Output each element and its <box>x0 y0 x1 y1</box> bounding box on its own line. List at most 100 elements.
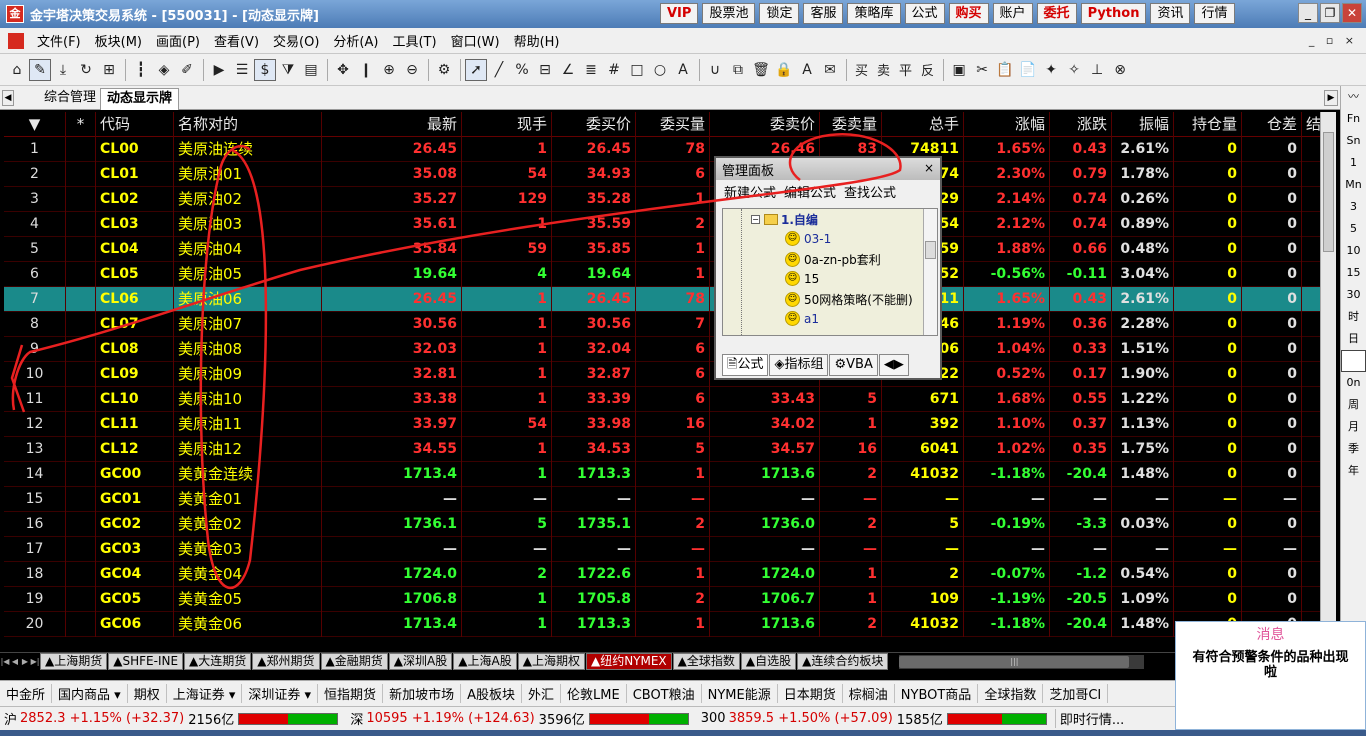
column-header-bidv[interactable]: 委买量 <box>636 112 710 137</box>
circle-icon[interactable]: ○ <box>649 59 671 81</box>
tool-a-icon[interactable]: ✦ <box>1040 59 1062 81</box>
table-row[interactable]: 12 CL11 美原油11 33.97 54 33.98 16 34.02 1 392 1.10% 0… <box>4 412 1320 437</box>
period-item[interactable]: Sn <box>1341 130 1366 152</box>
title-button-9[interactable]: Python <box>1080 3 1147 24</box>
column-header-total[interactable]: 总手 <box>882 112 964 137</box>
market-item[interactable]: 棕榈油 <box>843 684 895 703</box>
tool-b-icon[interactable]: ✧ <box>1063 59 1085 81</box>
column-header-bid[interactable]: 委买价 <box>552 112 636 137</box>
panel-tab-nav[interactable]: ◀▶ <box>878 354 909 376</box>
title-button-1[interactable]: 股票池 <box>702 3 756 24</box>
cut-icon[interactable]: ✂ <box>971 59 993 81</box>
table-row[interactable]: 4 CL03 美原油03 35.61 1 35.59 2 54 2.12% 0.74 0.89% 0 0 <box>4 212 1320 237</box>
report-icon[interactable]: ☰ <box>231 59 253 81</box>
table-row[interactable]: 1 CL00 美原油连续 26.45 1 26.45 78 26.46 83 74811 1.65%… <box>4 137 1320 162</box>
market-item[interactable]: 芝加哥CI <box>1043 684 1109 703</box>
table-row[interactable]: 15 GC01 美黄金01— — — — — — — — — — — — <box>4 487 1320 512</box>
market-item[interactable]: A股板块 <box>461 684 522 703</box>
move-icon[interactable]: ✥ <box>332 59 354 81</box>
column-icon[interactable]: ❙ <box>355 59 377 81</box>
dollar-icon[interactable]: $ <box>254 58 276 81</box>
magnet-icon[interactable]: ∪ <box>704 59 726 81</box>
doc-icon[interactable] <box>8 32 24 49</box>
table-row[interactable]: 11 CL10 美原油10 33.38 1 33.39 6 33.43 5 671 1.68% 0.5… <box>4 387 1320 412</box>
tab-indicator-group[interactable]: ◈指标组 <box>769 354 829 376</box>
column-header-diff[interactable]: 涨跌 <box>1050 112 1112 137</box>
sheet-tab[interactable]: ▲SHFE-INE <box>108 653 184 670</box>
period-item[interactable]: 0n <box>1341 372 1366 394</box>
close-button[interactable]: ✕ <box>1342 3 1362 23</box>
title-button-11[interactable]: 行情 <box>1194 3 1235 24</box>
column-header-more[interactable]: 结 <box>1302 112 1320 137</box>
tab-overview[interactable]: 综合管理 <box>38 88 102 110</box>
reverse-button[interactable]: 反 <box>917 59 938 81</box>
table-row[interactable]: 3 CL02 美原油02 35.27 129 35.28 1 29 2.14% 0.74 0.26%… <box>4 187 1320 212</box>
market-item[interactable]: CBOT粮油 <box>627 684 702 703</box>
market-item[interactable]: NYME能源 <box>702 684 778 703</box>
angle-icon[interactable]: ∠ <box>557 59 579 81</box>
sheet-tab[interactable]: ▲自选股 <box>740 653 797 670</box>
menu-item-8[interactable]: 帮助(H) <box>507 31 567 50</box>
collapse-icon[interactable]: − <box>751 215 760 224</box>
table-row[interactable]: 6 CL05 美原油05 19.64 4 19.64 1 52 -0.56% -0.11 3.04%… <box>4 262 1320 287</box>
column-header-chg[interactable]: 涨幅 <box>964 112 1050 137</box>
market-item[interactable]: 上海证券 ▾ <box>167 684 243 703</box>
table-row[interactable]: 20 GC06 美黄金06 1713.4 1 1713.3 1 1713.6 2 41032 -1.… <box>4 612 1320 637</box>
alert-popup[interactable]: 消息 有符合预警条件的品种出现啦 <box>1175 621 1366 730</box>
period-item[interactable]: 30 <box>1341 284 1366 306</box>
market-item[interactable]: 期权 <box>128 684 167 703</box>
tree-scrollbar[interactable] <box>923 209 937 335</box>
column-header-askv[interactable]: 委卖量 <box>820 112 882 137</box>
table-row[interactable]: 2 CL01 美原油01 35.08 54 34.93 6 74 2.30% 0.79 1.78% 0… <box>4 162 1320 187</box>
market-item[interactable]: 日本期货 <box>778 684 843 703</box>
title-button-3[interactable]: 客服 <box>803 3 844 24</box>
color-icon[interactable]: A <box>796 59 818 81</box>
edit-formula-button[interactable]: 编辑公式 <box>784 182 836 201</box>
column-header-code[interactable]: 代码 <box>96 112 174 137</box>
realtime-quote-link[interactable]: 即时行情... <box>1054 709 1128 728</box>
sheet-prev-icon[interactable]: ◀ <box>10 657 20 666</box>
cursor-icon[interactable]: ➚ <box>465 58 487 81</box>
period-item[interactable]: 周 <box>1341 394 1366 416</box>
tree-item[interactable]: ☺ 15 <box>785 271 819 286</box>
period-list-icon[interactable] <box>1341 350 1366 372</box>
table-row[interactable]: 10 CL09 美原油09 32.81 1 32.87 6 22 0.52% 0.17 1.90% 0… <box>4 362 1320 387</box>
sheet-first-icon[interactable]: |◀ <box>0 657 10 666</box>
period-item[interactable]: 10 <box>1341 240 1366 262</box>
close-position-button[interactable]: 平 <box>895 59 916 81</box>
paste-special-icon[interactable]: 📄 <box>1017 59 1039 81</box>
period-item[interactable]: 3 <box>1341 196 1366 218</box>
title-button-2[interactable]: 锁定 <box>759 3 800 24</box>
sheet-tab[interactable]: ▲大连期货 <box>184 653 252 670</box>
period-item[interactable]: Mn <box>1341 174 1366 196</box>
hash-icon[interactable]: # <box>603 59 625 81</box>
paste-icon[interactable]: 📋 <box>994 59 1016 81</box>
column-header-star[interactable]: * <box>66 112 96 137</box>
new-formula-button[interactable]: 新建公式 <box>724 182 776 201</box>
column-header-ask[interactable]: 委卖价 <box>710 112 820 137</box>
title-button-0[interactable]: VIP <box>660 3 699 24</box>
table-row[interactable]: 8 CL07 美原油07 30.56 1 30.56 7 46 1.19% 0.36 2.28% 0 0 <box>4 312 1320 337</box>
sheet-next-icon[interactable]: ▶ <box>20 657 30 666</box>
title-button-4[interactable]: 策略库 <box>847 3 901 24</box>
text-tool-icon[interactable]: A <box>672 59 694 81</box>
table-icon[interactable]: ▤ <box>300 59 322 81</box>
panel-close-icon[interactable]: × <box>922 161 936 175</box>
column-header-oid[interactable]: 仓差 <box>1242 112 1302 137</box>
table-row[interactable]: 19 GC05 美黄金05 1706.8 1 1705.8 2 1706.7 1 109 -1.19… <box>4 587 1320 612</box>
period-item[interactable]: 日 <box>1341 328 1366 350</box>
candlestick-icon[interactable]: ┇ <box>130 59 152 81</box>
binoculars-icon[interactable]: ⊗ <box>1109 59 1131 81</box>
percent-icon[interactable]: % <box>511 59 533 81</box>
column-header-last[interactable]: 最新 <box>322 112 462 137</box>
market-item[interactable]: 外汇 <box>522 684 561 703</box>
sell-button[interactable]: 卖 <box>873 59 894 81</box>
sheet-tab[interactable]: ▲全球指数 <box>672 653 740 670</box>
column-header-name[interactable]: 名称对的 <box>174 112 322 137</box>
table-row[interactable]: 13 CL12 美原油12 34.55 1 34.53 5 34.57 16 6041 1.02% 0… <box>4 437 1320 462</box>
market-item[interactable]: NYBOT商品 <box>895 684 979 703</box>
home-icon[interactable]: ⌂ <box>6 59 28 81</box>
trash-icon[interactable]: 🗑 <box>750 59 772 81</box>
sheet-tab[interactable]: ▲纽约NYMEX <box>585 653 672 670</box>
tab-scroll-left-icon[interactable]: ◀ <box>2 90 14 106</box>
